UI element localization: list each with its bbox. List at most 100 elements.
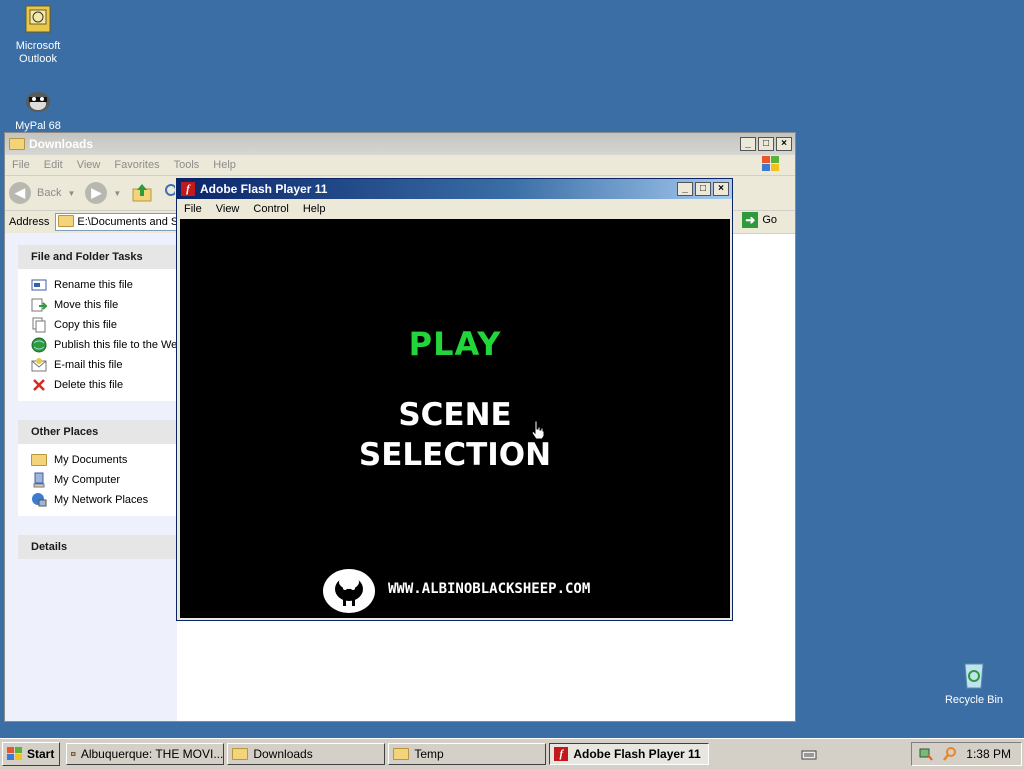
scene-line-1: SCENE	[398, 397, 512, 433]
clock[interactable]: 1:38 PM	[966, 747, 1011, 761]
panel-heading[interactable]: Other Places	[18, 420, 178, 444]
flash-title: Adobe Flash Player 11	[200, 182, 328, 196]
go-button[interactable]: ➜ Go	[742, 212, 777, 228]
close-button[interactable]: ×	[713, 182, 729, 196]
task-label: E-mail this file	[54, 359, 123, 371]
close-button[interactable]: ×	[776, 137, 792, 151]
menu-edit[interactable]: Edit	[37, 159, 70, 171]
globe-icon	[31, 337, 47, 353]
scene-selection-button[interactable]: SCENE SELECTION	[180, 395, 730, 475]
minimize-button[interactable]: _	[677, 182, 693, 196]
menu-view[interactable]: View	[209, 203, 247, 215]
email-icon	[31, 358, 47, 372]
desktop-icon-label: Outlook	[19, 53, 57, 65]
system-tray: 1:38 PM	[911, 742, 1022, 766]
panel-heading[interactable]: File and Folder Tasks	[18, 245, 178, 269]
address-value: E:\Documents and Se	[77, 216, 180, 228]
task-copy[interactable]: Copy this file	[31, 315, 178, 335]
menu-file[interactable]: File	[5, 159, 37, 171]
folder-icon	[58, 215, 75, 227]
flash-stage[interactable]: PLAY SCENE SELECTION WWW.ALBINOBLACKSHEE…	[180, 219, 730, 618]
maximize-button[interactable]: □	[695, 182, 711, 196]
menu-file[interactable]: File	[177, 203, 209, 215]
forward-dropdown-icon[interactable]: ▼	[113, 189, 121, 198]
taskbar-button-albuquerque[interactable]: Albuquerque: THE MOVI...	[66, 743, 225, 765]
windows-logo-icon	[754, 155, 795, 176]
rename-icon	[31, 279, 47, 291]
task-label: Copy this file	[54, 319, 117, 331]
network-tray-icon[interactable]	[918, 746, 934, 762]
desktop-icon-outlook[interactable]: Microsoft Outlook	[0, 4, 78, 66]
address-label: Address	[9, 216, 50, 228]
taskbar-button-label: Adobe Flash Player 11	[573, 747, 701, 761]
folder-icon	[9, 138, 25, 150]
explorer-title: Downloads	[29, 137, 94, 151]
scene-line-2: SELECTION	[358, 437, 552, 473]
windows-logo-icon	[7, 747, 22, 760]
keyboard-icon	[801, 750, 817, 760]
hand-cursor-icon	[531, 420, 545, 440]
up-folder-icon[interactable]	[131, 181, 153, 206]
place-my-computer[interactable]: My Computer	[31, 470, 178, 490]
delete-x-icon	[33, 379, 45, 391]
minimize-button[interactable]: _	[740, 137, 756, 151]
start-button[interactable]: Start	[2, 742, 61, 766]
move-icon	[31, 298, 47, 312]
desktop-icon-recycle-bin[interactable]: Recycle Bin	[934, 658, 1014, 707]
back-button-label[interactable]: Back	[37, 187, 61, 199]
menu-view[interactable]: View	[70, 159, 108, 171]
search-icon[interactable]	[161, 182, 178, 205]
sheep-logo-icon	[323, 569, 375, 613]
task-delete[interactable]: Delete this file	[31, 375, 178, 395]
recycle-bin-icon	[964, 663, 984, 689]
task-email[interactable]: E-mail this file	[31, 355, 178, 375]
raccoon-icon	[26, 92, 50, 112]
details-panel: Details	[18, 535, 178, 559]
task-pane: File and Folder Tasks Rename this file M…	[5, 233, 178, 721]
menu-control[interactable]: Control	[246, 203, 295, 215]
taskbar-button-flash-player[interactable]: f Adobe Flash Player 11	[549, 743, 710, 765]
taskbar-button-downloads[interactable]: Downloads	[227, 743, 386, 765]
go-arrow-icon: ➜	[742, 212, 759, 228]
tray-keyboard[interactable]	[797, 743, 821, 765]
outlook-icon	[25, 5, 51, 33]
flash-logo-icon: f	[181, 182, 195, 196]
taskbar: Start Albuquerque: THE MOVI... Downloads…	[0, 738, 1024, 769]
flash-player-window[interactable]: f Adobe Flash Player 11 _ □ × File View …	[176, 178, 733, 621]
task-rename[interactable]: Rename this file	[31, 275, 178, 295]
taskbar-button-label: Albuquerque: THE MOVI...	[80, 747, 224, 761]
back-dropdown-icon[interactable]: ▼	[67, 189, 75, 198]
menu-help[interactable]: Help	[206, 159, 243, 171]
folder-icon	[31, 454, 47, 466]
back-arrow-icon[interactable]: ◀	[9, 182, 31, 204]
place-my-network-places[interactable]: My Network Places	[31, 490, 178, 510]
search-tray-icon[interactable]	[942, 746, 958, 762]
flash-titlebar[interactable]: f Adobe Flash Player 11 _ □ ×	[177, 179, 732, 199]
menu-favorites[interactable]: Favorites	[107, 159, 166, 171]
menu-tools[interactable]: Tools	[167, 159, 207, 171]
desktop-icon-mypal[interactable]: MyPal 68	[0, 84, 78, 133]
site-url-text[interactable]: WWW.ALBINOBLACKSHEEP.COM	[388, 581, 590, 597]
task-label: Rename this file	[54, 279, 133, 291]
task-publish[interactable]: Publish this file to the Wel	[31, 335, 178, 355]
task-move[interactable]: Move this file	[31, 295, 178, 315]
taskbar-button-label: Temp	[414, 747, 444, 761]
panel-heading[interactable]: Details	[18, 535, 178, 559]
forward-arrow-icon[interactable]: ▶	[85, 182, 108, 204]
explorer-menubar: File Edit View Favorites Tools Help	[5, 155, 795, 176]
address-field[interactable]: E:\Documents and Se	[55, 213, 180, 231]
flash-logo-icon: f	[554, 747, 569, 761]
play-button[interactable]: PLAY	[180, 325, 730, 363]
explorer-titlebar[interactable]: Downloads _ □ ×	[5, 133, 795, 155]
album-icon	[71, 752, 76, 756]
place-my-documents[interactable]: My Documents	[31, 450, 178, 470]
network-icon	[32, 493, 47, 507]
other-places-panel: Other Places My Documents My Computer My…	[18, 420, 178, 516]
task-label: Delete this file	[54, 379, 124, 391]
menu-help[interactable]: Help	[296, 203, 333, 215]
maximize-button[interactable]: □	[758, 137, 774, 151]
task-label: Publish this file to the Wel	[54, 339, 178, 351]
taskbar-button-label: Downloads	[253, 747, 313, 761]
taskbar-button-temp[interactable]: Temp	[388, 743, 547, 765]
copy-icon	[32, 317, 46, 333]
